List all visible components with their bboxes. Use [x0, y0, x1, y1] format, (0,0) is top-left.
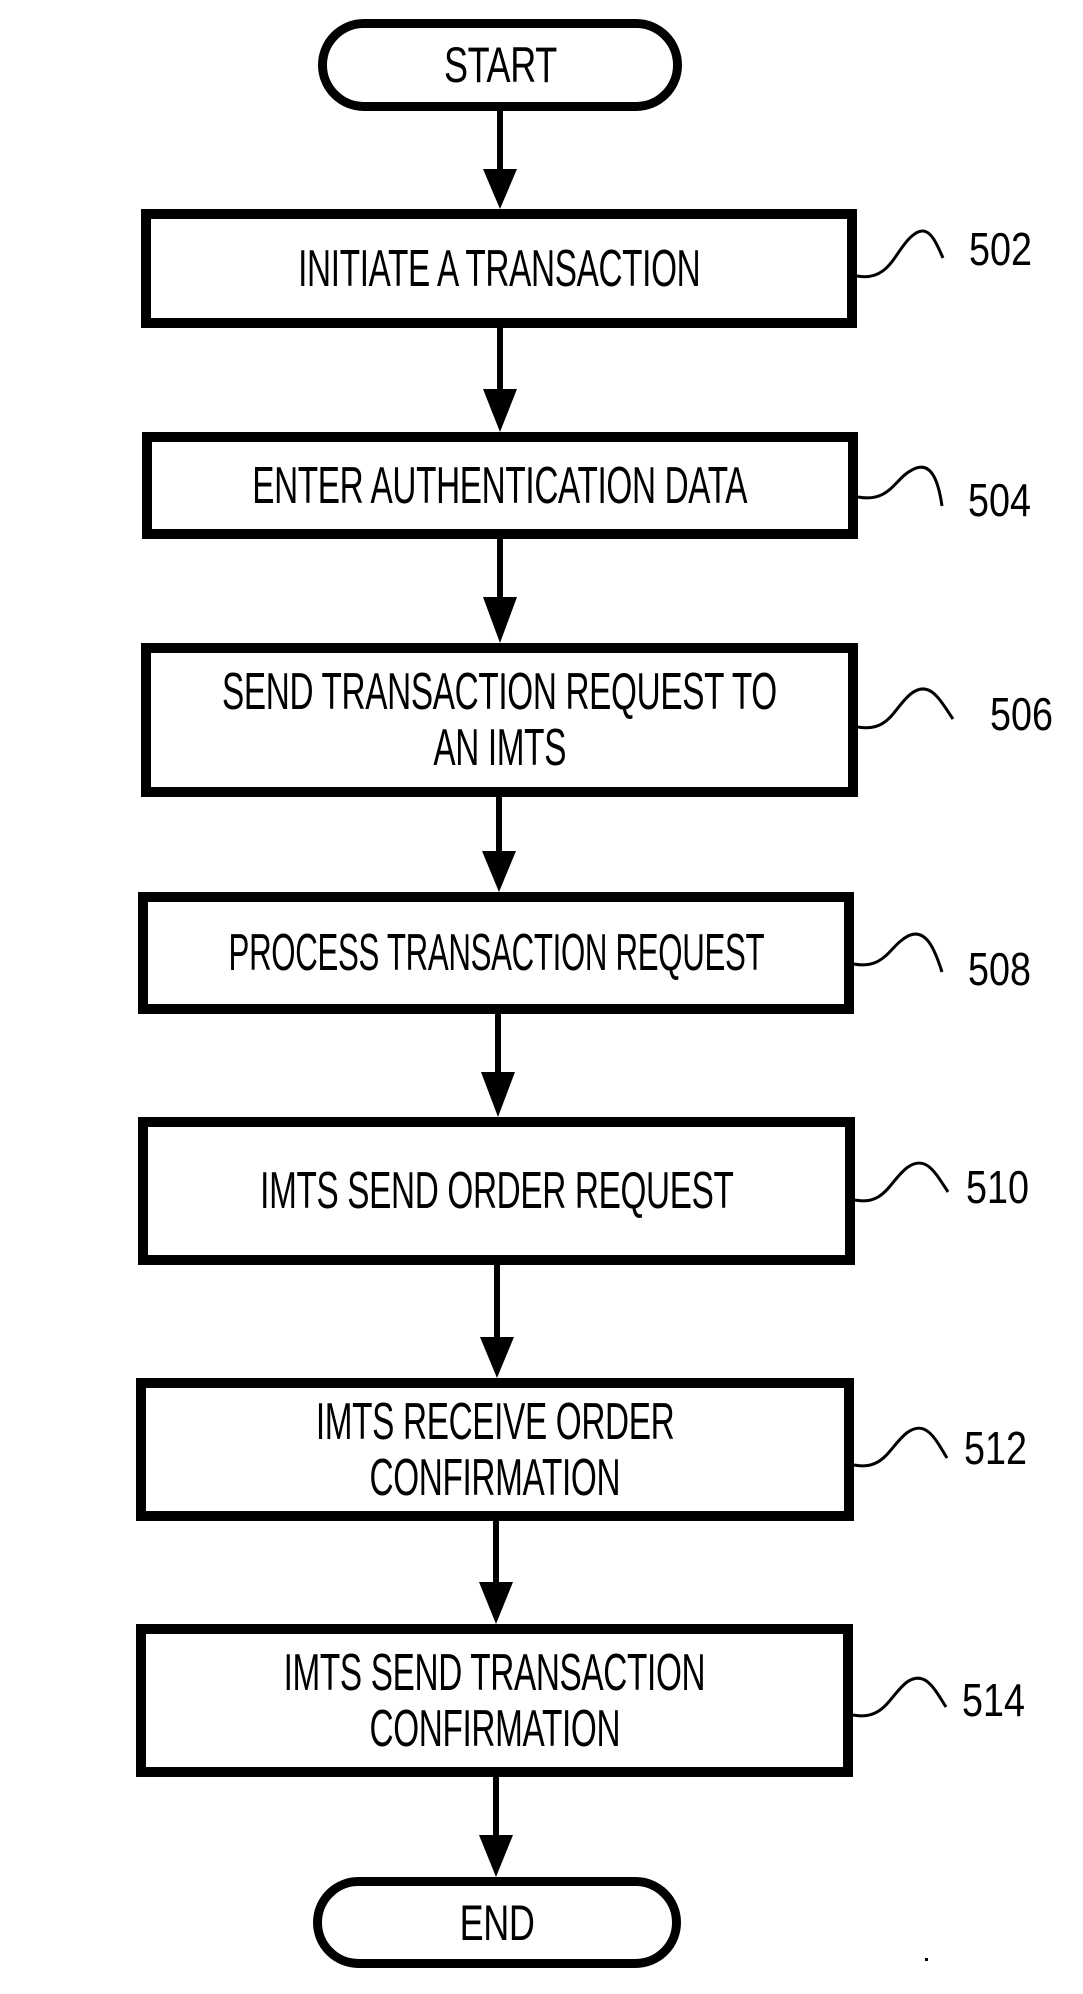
reference-numeral: 508 [968, 943, 1031, 995]
step-send-transaction-request: SEND TRANSACTION REQUEST TO AN IMTS [141, 643, 858, 797]
flowchart: START INITIATE A TRANSACTION 502 ENTER A… [0, 0, 1083, 1994]
leader-line-502 [856, 229, 945, 279]
leader-line-508 [853, 932, 944, 973]
reference-numeral: 506 [990, 688, 1053, 740]
end-label: END [459, 1894, 535, 1951]
leader-line-512 [853, 1426, 949, 1468]
step-label-line-1: IMTS RECEIVE ORDER [315, 1392, 675, 1451]
reference-numeral: 510 [966, 1161, 1029, 1213]
step-label-line-2: AN IMTS [433, 719, 566, 777]
arrow-508-to-510 [481, 1013, 515, 1117]
step-initiate-transaction: INITIATE A TRANSACTION [141, 209, 857, 328]
arrow-506-to-508 [482, 797, 516, 892]
reference-numeral: 512 [964, 1422, 1027, 1474]
step-label-line-1: SEND TRANSACTION REQUEST TO [222, 663, 777, 721]
arrow-514-to-end [479, 1777, 513, 1877]
leader-line-504 [857, 465, 944, 507]
step-label: IMTS SEND ORDER REQUEST [259, 1162, 734, 1220]
leader-line-514 [852, 1676, 948, 1718]
step-imts-send-order-request: IMTS SEND ORDER REQUEST [138, 1117, 855, 1265]
arrow-510-to-512 [480, 1265, 514, 1378]
step-imts-receive-order-confirmation: IMTS RECEIVE ORDER CONFIRMATION [136, 1378, 854, 1521]
reference-numeral: 504 [968, 474, 1031, 526]
step-imts-send-transaction-confirmation: IMTS SEND TRANSACTION CONFIRMATION [136, 1624, 853, 1777]
leader-line-510 [854, 1161, 950, 1203]
arrow-502-to-504 [483, 327, 517, 432]
step-process-transaction-request: PROCESS TRANSACTION REQUEST [138, 892, 854, 1014]
arrow-504-to-506 [483, 538, 517, 643]
step-label-line-1: IMTS SEND TRANSACTION [283, 1643, 706, 1702]
scan-speck [925, 1958, 928, 1961]
reference-numeral: 502 [969, 223, 1032, 275]
leader-line-506 [857, 687, 955, 730]
step-label: INITIATE A TRANSACTION [297, 239, 701, 298]
reference-numeral: 514 [962, 1674, 1025, 1726]
step-enter-authentication-data: ENTER AUTHENTICATION DATA [142, 432, 858, 539]
start-label: START [443, 37, 557, 93]
step-label-line-2: CONFIRMATION [369, 1699, 620, 1758]
step-label-line-2: CONFIRMATION [369, 1448, 621, 1507]
step-label: ENTER AUTHENTICATION DATA [252, 456, 748, 515]
end-terminator: END [313, 1877, 681, 1968]
start-terminator: START [318, 19, 682, 111]
arrow-start-to-502 [483, 110, 517, 209]
step-label: PROCESS TRANSACTION REQUEST [228, 924, 764, 982]
arrow-512-to-514 [479, 1521, 513, 1624]
